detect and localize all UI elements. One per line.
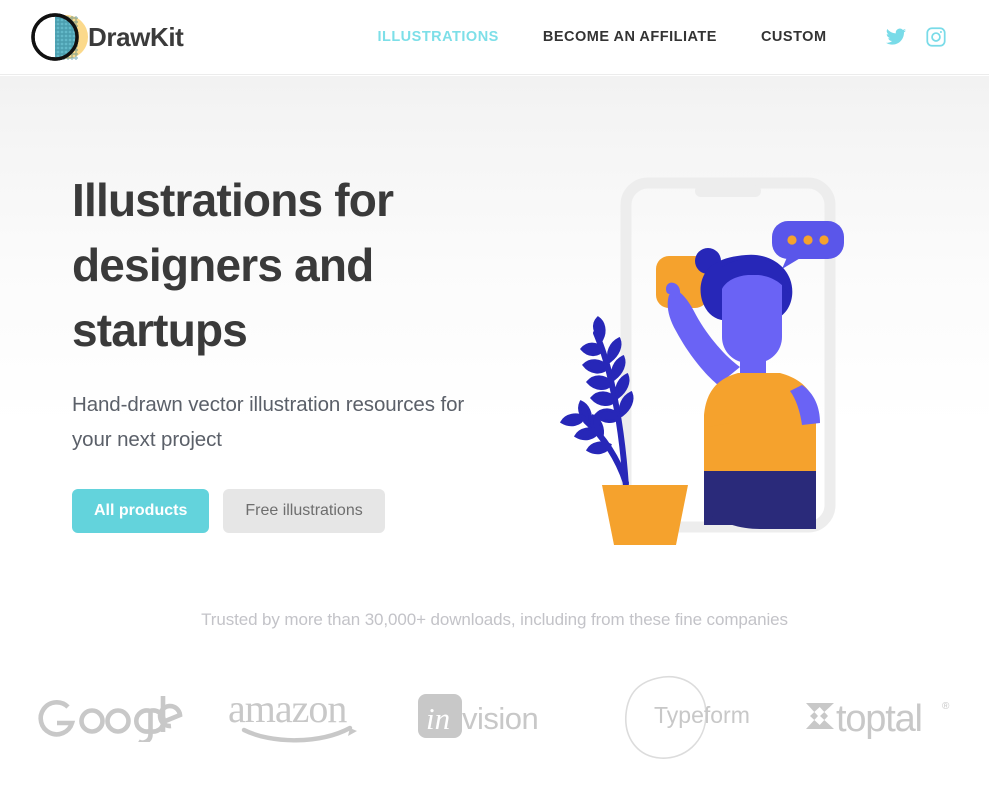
typeform-logo: Typeform (610, 666, 760, 766)
amazon-logo: amazon (226, 666, 376, 766)
instagram-icon[interactable] (925, 26, 947, 48)
social-links (885, 26, 947, 48)
trusted-by-caption: Trusted by more than 30,000+ downloads, … (201, 610, 788, 629)
person-pointing-at-phone-illustration (540, 171, 870, 546)
invision-logo: in vision (418, 666, 568, 766)
trusted-by-section: Trusted by more than 30,000+ downloads, … (0, 576, 989, 799)
all-products-button[interactable]: All products (72, 489, 210, 533)
svg-text:toptal: toptal (836, 698, 922, 740)
brand-name: DrawKit (88, 21, 184, 52)
brand-logo-link[interactable]: DrawKit (24, 10, 184, 64)
hero-subtitle: Hand-drawn vector illustration resources… (72, 393, 465, 451)
svg-text:amazon: amazon (228, 686, 347, 731)
site-header: DrawKit ILLUSTRATIONS BECOME AN AFFILIAT… (0, 0, 989, 75)
nav-item-illustrations[interactable]: ILLUSTRATIONS (377, 29, 498, 45)
hero-actions: All products Free illustrations (72, 489, 502, 533)
nav-item-become-an-affiliate[interactable]: BECOME AN AFFILIATE (543, 29, 717, 45)
hero-title: Illustrations for designers and startups (72, 174, 394, 356)
toptal-logo: toptal ® (802, 666, 957, 766)
nav-item-custom[interactable]: CUSTOM (761, 29, 827, 45)
svg-text:Typeform: Typeform (654, 702, 750, 728)
svg-text:®: ® (942, 701, 950, 712)
main-navigation: ILLUSTRATIONS BECOME AN AFFILIATE CUSTOM (377, 29, 826, 45)
hero-copy: Illustrations for designers and startups… (72, 168, 502, 533)
free-illustrations-button[interactable]: Free illustrations (223, 489, 385, 533)
drawkit-circle-logo-icon (24, 10, 94, 64)
svg-text:in: in (426, 701, 450, 736)
hero-section: Illustrations for designers and startups… (0, 76, 989, 576)
svg-text:vision: vision (462, 701, 538, 736)
client-logos-strip: amazon in vision Typeform toptal ® (0, 666, 989, 766)
potted-plant (559, 316, 634, 490)
google-logo (32, 666, 184, 766)
twitter-icon[interactable] (885, 26, 907, 48)
plant-pot (602, 485, 688, 545)
